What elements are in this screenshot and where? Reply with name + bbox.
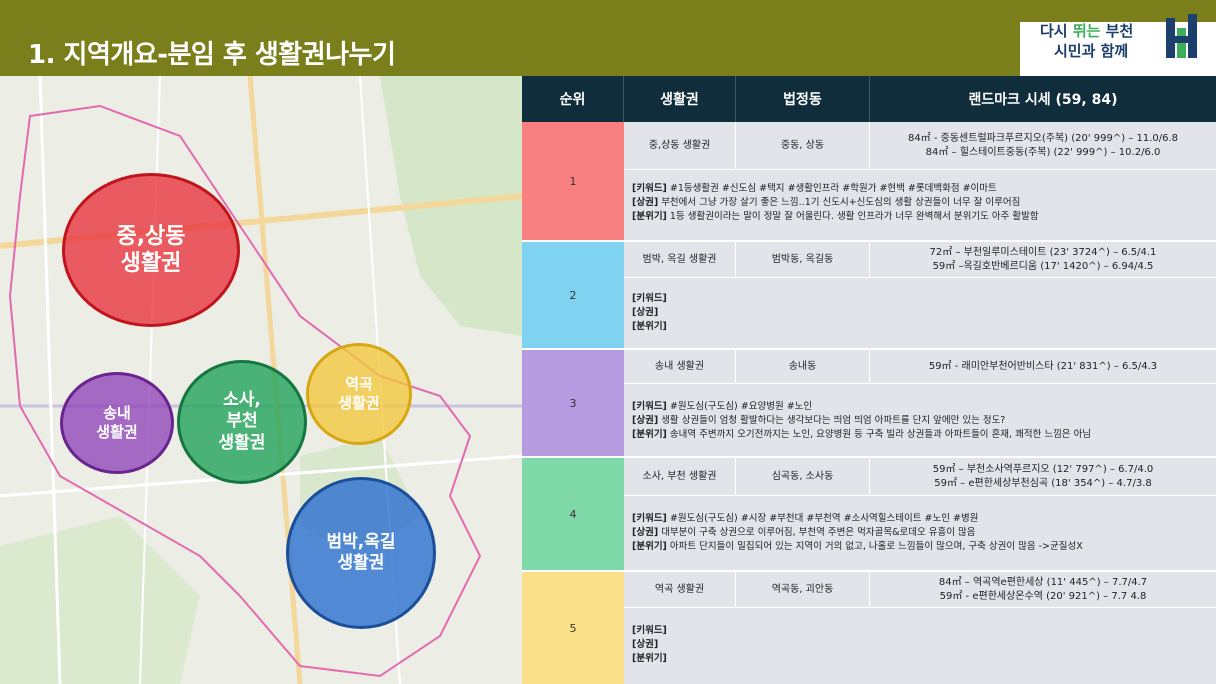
logo-line2: 시민과 함께 bbox=[1054, 42, 1129, 60]
landmark-cell: 84㎡ - 중동센트럴파크푸르지오(주복) (20' 999^) – 11.0/… bbox=[870, 122, 1216, 170]
zone-cell: 소사, 부천 생활권 bbox=[624, 458, 736, 496]
zone-cell: 중,상동 생활권 bbox=[624, 122, 736, 170]
zone-table: 순위 생활권 법정동 랜드마크 시세 (59, 84) 1 중,상동 생활권 중… bbox=[522, 76, 1216, 684]
zone-cell: 역곡 생활권 bbox=[624, 572, 736, 608]
landmark-cell: 59㎡ – 부천소사역푸르지오 (12' 797^) – 6.7/4.0 59㎡… bbox=[870, 458, 1216, 496]
logo-line1: 다시 뛰는 부천 bbox=[1040, 22, 1134, 40]
zone-bubble-jungsang: 중,상동 생활권 bbox=[62, 173, 240, 327]
header-band bbox=[0, 0, 1216, 22]
dong-cell: 심곡동, 소사동 bbox=[736, 458, 870, 496]
dong-cell: 범박동, 옥길동 bbox=[736, 242, 870, 278]
zone-bubble-beombak-okgil: 범박,옥길 생활권 bbox=[286, 477, 436, 629]
zone-bubble-yeokgok: 역곡 생활권 bbox=[306, 343, 412, 445]
zone-detail: [키워드] #원도심(구도심) #시장 #부천대 #부천역 #소사역힐스테이트 … bbox=[624, 496, 1216, 572]
landmark-cell: 84㎡ – 역곡역e편한세상 (11' 445^) – 7.7/4.7 59㎡ … bbox=[870, 572, 1216, 608]
dong-cell: 중동, 상동 bbox=[736, 122, 870, 170]
zone-detail: [키워드] #원도심(구도심) #요양병원 #노인 [상권] 생활 상권들이 엄… bbox=[624, 384, 1216, 458]
rank-cell: 5 bbox=[522, 572, 624, 684]
landmark-cell: 59㎡ - 래미안부천어반비스타 (21' 831^) – 6.5/4.3 bbox=[870, 350, 1216, 384]
bucheon-map: 중,상동 생활권 송내 생활권 소사, 부천 생활권 역곡 생활권 범박,옥길 … bbox=[0, 76, 522, 684]
col-header-rank: 순위 bbox=[522, 76, 624, 122]
zone-bubble-sosa-bucheon: 소사, 부천 생활권 bbox=[177, 360, 307, 484]
col-header-dong: 법정동 bbox=[736, 76, 870, 122]
rank-cell: 1 bbox=[522, 122, 624, 242]
landmark-cell: 72㎡ – 부천일루미스테이트 (23' 3724^) – 6.5/4.1 59… bbox=[870, 242, 1216, 278]
rank-cell: 2 bbox=[522, 242, 624, 350]
zone-detail: [키워드] [상권] [분위기] bbox=[624, 608, 1216, 684]
zone-detail: [키워드] #1등생활권 #신도심 #택지 #생활인프라 #학원가 #현백 #롯… bbox=[624, 170, 1216, 242]
col-header-landmark: 랜드마크 시세 (59, 84) bbox=[870, 76, 1216, 122]
dong-cell: 역곡동, 괴안동 bbox=[736, 572, 870, 608]
page-title: 1. 지역개요-분임 후 생활권나누기 bbox=[28, 40, 396, 70]
bucheon-logo: 다시 뛰는 부천 시민과 함께 bbox=[1040, 14, 1200, 64]
zone-bubble-songnae: 송내 생활권 bbox=[60, 372, 174, 474]
slide-header: 1. 지역개요-분임 후 생활권나누기 다시 뛰는 부천 시민과 함께 bbox=[0, 0, 1216, 76]
rank-cell: 4 bbox=[522, 458, 624, 572]
logo-mark-icon bbox=[1166, 14, 1197, 58]
col-header-zone: 생활권 bbox=[624, 76, 736, 122]
dong-cell: 송내동 bbox=[736, 350, 870, 384]
zone-cell: 범박, 옥길 생활권 bbox=[624, 242, 736, 278]
rank-cell: 3 bbox=[522, 350, 624, 458]
zone-cell: 송내 생활권 bbox=[624, 350, 736, 384]
zone-detail: [키워드] [상권] [분위기] bbox=[624, 278, 1216, 350]
